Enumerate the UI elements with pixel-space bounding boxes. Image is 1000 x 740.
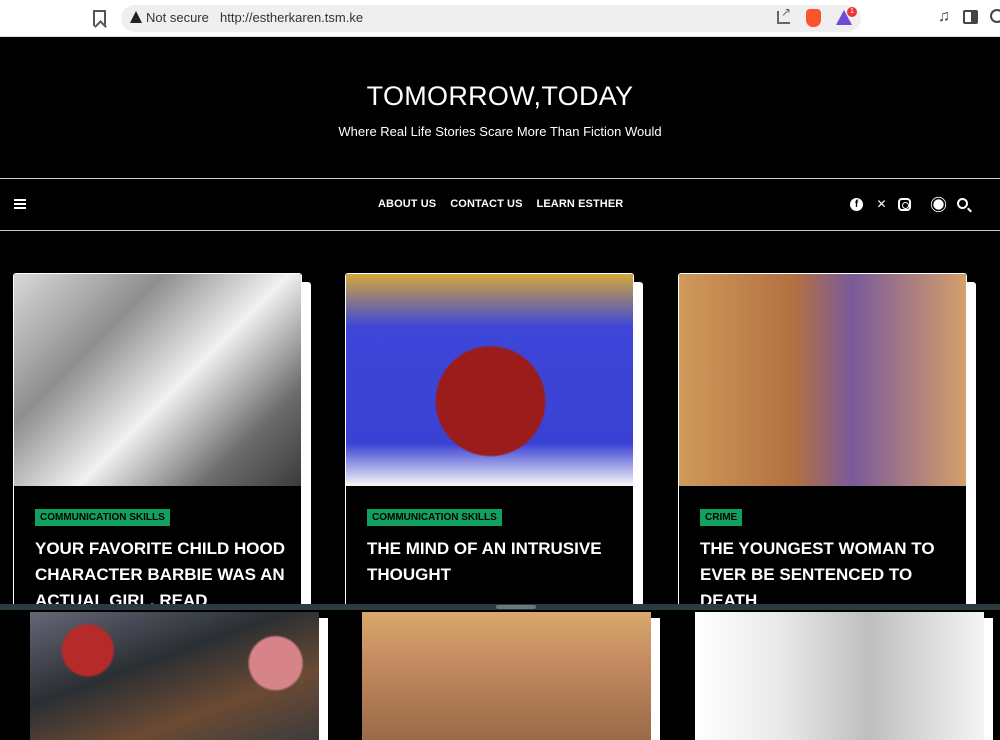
instagram-icon[interactable]: [898, 198, 911, 211]
post-card[interactable]: COMMUNICATION SKILLS YOUR FAVORITE CHILD…: [13, 273, 311, 610]
post-card[interactable]: COMMUNICATION SKILLS THE MIND OF AN INTR…: [345, 273, 643, 610]
profile-icon[interactable]: [990, 9, 1000, 23]
post-image[interactable]: [14, 274, 301, 486]
card-body[interactable]: CRIME THE YOUNGEST WOMAN TO EVER BE SENT…: [678, 273, 967, 610]
category-badge[interactable]: CRIME: [700, 509, 743, 526]
category-badge[interactable]: COMMUNICATION SKILLS: [367, 509, 502, 526]
site-tagline: Where Real Life Stories Scare More Than …: [338, 124, 662, 139]
brave-shields-icon[interactable]: [806, 9, 821, 27]
post-image[interactable]: [30, 612, 319, 740]
post-card[interactable]: CRIME THE YOUNGEST WOMAN TO EVER BE SENT…: [678, 273, 976, 610]
search-icon[interactable]: [957, 198, 968, 209]
post-image[interactable]: [679, 274, 966, 486]
sidebar-toggle-icon[interactable]: [963, 10, 978, 24]
facebook-icon[interactable]: f: [850, 198, 863, 211]
post-image[interactable]: [695, 612, 984, 740]
post-image[interactable]: [346, 274, 633, 486]
rewards-badge: 1: [847, 7, 857, 17]
post-card[interactable]: [695, 612, 993, 740]
nav-link-learn-esther[interactable]: LEARN ESTHER: [537, 198, 624, 210]
bookmark-icon[interactable]: [93, 10, 106, 26]
url-text[interactable]: http://estherkaren.tsm.ke: [220, 10, 363, 25]
main-navigation: ABOUT US CONTACT US LEARN ESTHER f ✕: [0, 178, 1000, 231]
card-body[interactable]: COMMUNICATION SKILLS YOUR FAVORITE CHILD…: [13, 273, 302, 610]
x-icon[interactable]: ✕: [875, 198, 888, 211]
menu-icon[interactable]: [14, 199, 26, 209]
nav-links: ABOUT US CONTACT US LEARN ESTHER: [378, 198, 623, 210]
share-icon[interactable]: [777, 5, 791, 24]
scrollbar-thumb[interactable]: [496, 605, 536, 609]
post-title[interactable]: YOUR FAVORITE CHILD HOOD CHARACTER BARBI…: [35, 536, 290, 609]
site-header: TOMORROW,TODAY Where Real Life Stories S…: [0, 37, 1000, 178]
post-title[interactable]: THE MIND OF AN INTRUSIVE THOUGHT: [367, 536, 622, 588]
browser-toolbar: Not secure http://estherkaren.tsm.ke 1 ♫: [0, 0, 1000, 37]
post-title[interactable]: THE YOUNGEST WOMAN TO EVER BE SENTENCED …: [700, 536, 955, 609]
post-card[interactable]: [362, 612, 660, 740]
warning-icon[interactable]: [130, 11, 142, 23]
category-badge[interactable]: COMMUNICATION SKILLS: [35, 509, 170, 526]
address-bar[interactable]: Not secure http://estherkaren.tsm.ke 1: [121, 5, 861, 32]
card-body[interactable]: COMMUNICATION SKILLS THE MIND OF AN INTR…: [345, 273, 634, 610]
nav-link-contact-us[interactable]: CONTACT US: [450, 198, 522, 210]
security-label[interactable]: Not secure: [146, 10, 209, 25]
post-image[interactable]: [362, 612, 651, 740]
site-title[interactable]: TOMORROW,TODAY: [0, 81, 1000, 112]
media-controls-icon[interactable]: ♫: [938, 8, 950, 26]
nav-link-about-us[interactable]: ABOUT US: [378, 198, 436, 210]
post-card[interactable]: [30, 612, 328, 740]
theme-toggle-icon[interactable]: [933, 199, 944, 210]
